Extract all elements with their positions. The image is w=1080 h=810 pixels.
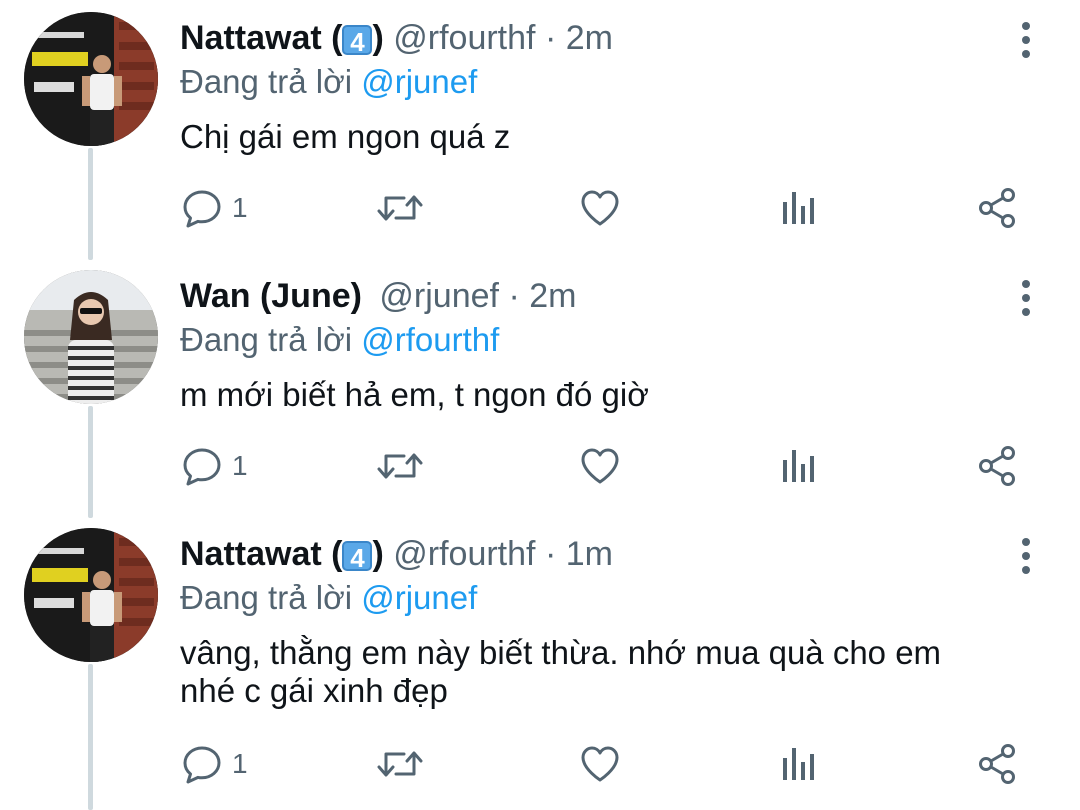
display-name[interactable]: Wan (June) xyxy=(180,277,362,315)
replying-label: Đang trả lời xyxy=(180,321,353,358)
retweet-button[interactable] xyxy=(376,442,424,490)
analytics-button[interactable] xyxy=(780,184,816,232)
share-button[interactable] xyxy=(976,442,1020,490)
replying-to: Đang trả lời @rjunef xyxy=(180,62,477,102)
share-icon xyxy=(976,742,1020,786)
display-name-suffix: ) xyxy=(372,535,384,573)
user-handle[interactable]: @rfourthf xyxy=(393,19,535,57)
tweet-header: Nattawat (4) @rfourthf · 2m xyxy=(180,18,613,58)
reply-icon xyxy=(180,444,224,488)
like-button[interactable] xyxy=(578,442,622,490)
retweet-button[interactable] xyxy=(376,740,424,788)
like-button[interactable] xyxy=(578,184,622,232)
reply-button[interactable]: 1 xyxy=(180,740,248,788)
avatar[interactable] xyxy=(24,528,158,662)
display-name-suffix: ) xyxy=(372,19,384,57)
replying-label: Đang trả lời xyxy=(180,579,353,616)
analytics-icon xyxy=(780,186,816,230)
more-vertical-icon xyxy=(1010,20,1042,60)
replying-label: Đang trả lời xyxy=(180,63,353,100)
retweet-icon xyxy=(376,186,424,230)
replying-to: Đang trả lời @rjunef xyxy=(180,578,477,618)
avatar[interactable] xyxy=(24,270,158,404)
tweet-text: Chị gái em ngon quá z xyxy=(180,118,511,155)
mention-link[interactable]: @rjunef xyxy=(361,63,477,100)
like-button[interactable] xyxy=(578,740,622,788)
avatar[interactable] xyxy=(24,12,158,146)
more-options-button[interactable] xyxy=(1010,536,1042,576)
display-name[interactable]: Nattawat ( xyxy=(180,535,342,573)
share-icon xyxy=(976,186,1020,230)
separator-dot: · xyxy=(544,535,557,573)
more-options-button[interactable] xyxy=(1010,278,1042,318)
reply-count: 1 xyxy=(232,748,248,779)
analytics-icon xyxy=(780,742,816,786)
display-name[interactable]: Nattawat ( xyxy=(180,19,342,57)
reply-count: 1 xyxy=(232,450,248,481)
user-handle[interactable]: @rjunef xyxy=(379,277,499,315)
reply-count: 1 xyxy=(232,192,248,223)
tweet-header: Wan (June) @rjunef · 2m xyxy=(180,276,576,316)
keycap-four-emoji: 4 xyxy=(342,25,373,57)
reply-button[interactable]: 1 xyxy=(180,184,248,232)
analytics-button[interactable] xyxy=(780,740,816,788)
heart-icon xyxy=(578,186,622,230)
reply-button[interactable]: 1 xyxy=(180,442,248,490)
retweet-button[interactable] xyxy=(376,184,424,232)
more-options-button[interactable] xyxy=(1010,20,1042,60)
reply-icon xyxy=(180,186,224,230)
replying-to: Đang trả lời @rfourthf xyxy=(180,320,499,360)
separator-dot: · xyxy=(544,19,557,57)
more-vertical-icon xyxy=(1010,278,1042,318)
mention-link[interactable]: @rfourthf xyxy=(361,321,499,358)
tweet-text: m mới biết hả em, t ngon đó giờ xyxy=(180,376,649,413)
tweet-header: Nattawat (4) @rfourthf · 1m xyxy=(180,534,613,574)
heart-icon xyxy=(578,742,622,786)
share-icon xyxy=(976,444,1020,488)
timestamp[interactable]: 2m xyxy=(529,277,576,315)
tweet-text: vâng, thằng em này biết thừa. nhớ mua qu… xyxy=(180,634,942,709)
timestamp[interactable]: 1m xyxy=(566,535,613,573)
keycap-four-emoji: 4 xyxy=(342,541,373,573)
tweet-actions: 1 xyxy=(180,442,1040,490)
retweet-icon xyxy=(376,742,424,786)
timestamp[interactable]: 2m xyxy=(566,19,613,57)
tweet[interactable]: Nattawat (4) @rfourthf · 2m Đang trả lời… xyxy=(0,0,1080,258)
more-vertical-icon xyxy=(1010,536,1042,576)
tweet-actions: 1 xyxy=(180,740,1040,788)
user-handle[interactable]: @rfourthf xyxy=(393,535,535,573)
retweet-icon xyxy=(376,444,424,488)
tweet[interactable]: Nattawat (4) @rfourthf · 1m Đang trả lời… xyxy=(0,516,1080,810)
tweet-thread: Nattawat (4) @rfourthf · 2m Đang trả lời… xyxy=(0,0,1080,810)
tweet-actions: 1 xyxy=(180,184,1040,232)
mention-link[interactable]: @rjunef xyxy=(361,579,477,616)
analytics-icon xyxy=(780,444,816,488)
separator-dot: · xyxy=(508,277,520,315)
reply-icon xyxy=(180,742,224,786)
share-button[interactable] xyxy=(976,740,1020,788)
tweet[interactable]: Wan (June) @rjunef · 2m Đang trả lời @rf… xyxy=(0,258,1080,516)
heart-icon xyxy=(578,444,622,488)
analytics-button[interactable] xyxy=(780,442,816,490)
share-button[interactable] xyxy=(976,184,1020,232)
